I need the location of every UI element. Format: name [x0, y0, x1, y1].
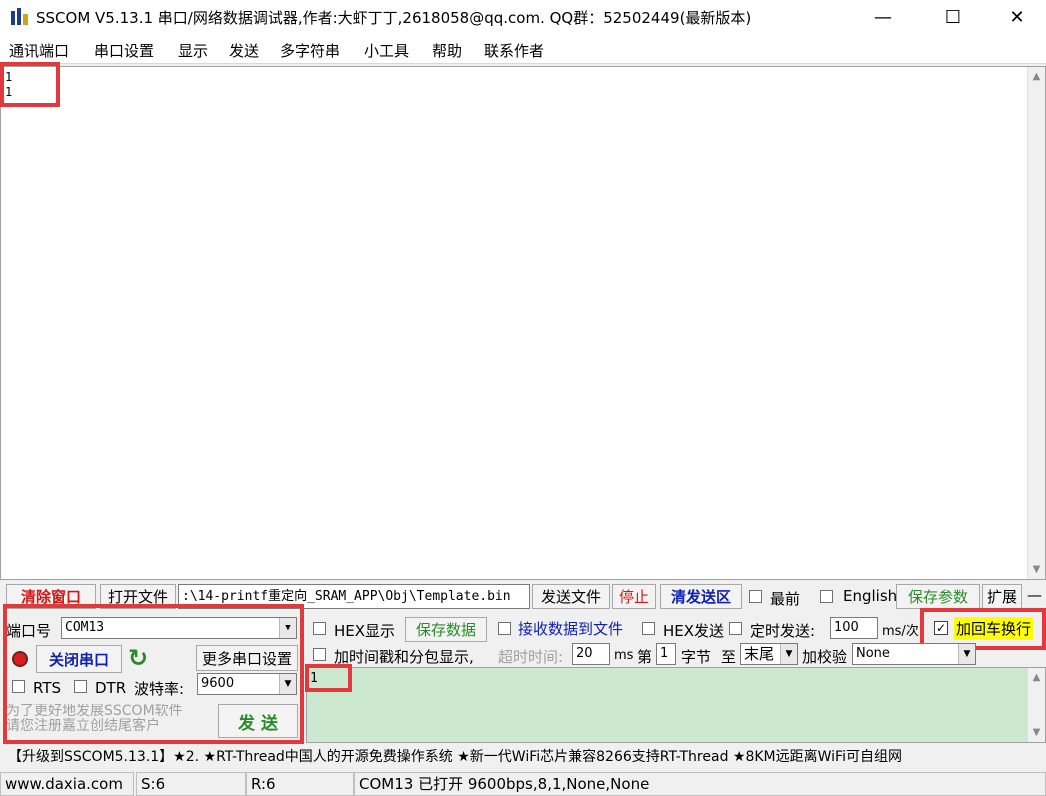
menu-help[interactable]: 帮助 [432, 40, 462, 61]
app-icon [11, 8, 28, 25]
website-link[interactable]: www.daxia.com [0, 772, 134, 796]
scroll-up-icon[interactable]: ▲ [1028, 71, 1045, 82]
highlight-send [305, 664, 352, 692]
news-ticker[interactable]: 【升级到SSCOM5.13.1】★2. ★RT-Thread中国人的开源免费操作… [0, 744, 1046, 770]
timeout-field[interactable]: 20 [572, 643, 610, 665]
receive-area[interactable] [0, 66, 1046, 580]
scroll-down-icon[interactable]: ▼ [1028, 727, 1045, 738]
clear-send-button[interactable]: 清发送区 [660, 584, 742, 609]
byte-index-field[interactable]: 1 [656, 643, 676, 665]
save-data-button[interactable]: 保存数据 [405, 617, 487, 642]
topmost-label: 最前 [770, 590, 801, 608]
sent-count: S:6 [136, 772, 246, 796]
menu-contact-author[interactable]: 联系作者 [484, 40, 544, 61]
timed-send-label: 定时发送: [750, 622, 816, 640]
menu-tools[interactable]: 小工具 [364, 40, 409, 61]
nth-label: 第 [637, 648, 653, 666]
scroll-up-icon[interactable]: ▲ [1028, 672, 1045, 683]
stop-button[interactable]: 停止 [612, 584, 656, 609]
collapse-dash[interactable]: — [1027, 586, 1042, 604]
end-select[interactable]: 末尾 ▼ [740, 643, 798, 665]
chevron-down-icon[interactable]: ▼ [780, 644, 797, 664]
hex-send-checkbox[interactable] [642, 622, 655, 635]
hex-display-label: HEX显示 [334, 622, 396, 640]
checksum-value: None [856, 646, 890, 661]
send-file-button[interactable]: 发送文件 [532, 584, 610, 609]
timestamp-checkbox[interactable] [313, 648, 326, 661]
topmost-checkbox[interactable] [749, 590, 762, 603]
timestamp-label: 加时间戳和分包显示, [334, 648, 474, 666]
expand-button[interactable]: 扩展 [982, 584, 1022, 609]
hex-send-label: HEX发送 [663, 622, 725, 640]
hex-display-checkbox[interactable] [313, 622, 326, 635]
status-bar: www.daxia.com S:6 R:6 COM13 已打开 9600bps,… [0, 772, 1046, 796]
menu-serial-settings[interactable]: 串口设置 [94, 40, 154, 61]
highlight-receive [0, 62, 60, 107]
send-scrollbar[interactable]: ▲ ▼ [1027, 668, 1045, 742]
menu-multi-string[interactable]: 多字符串 [280, 40, 340, 61]
interval-unit-label: ms/次 [882, 624, 919, 639]
menu-display[interactable]: 显示 [178, 40, 208, 61]
checksum-label: 加校验 [802, 648, 848, 666]
interval-field[interactable]: 100 [830, 617, 878, 639]
timeout-label: 超时时间: [498, 648, 564, 666]
end-value: 末尾 [744, 645, 775, 663]
to-label: 至 [721, 648, 737, 666]
recv-to-file-label: 接收数据到文件 [518, 620, 624, 638]
send-text-area[interactable] [306, 667, 1046, 743]
menu-send[interactable]: 发送 [229, 40, 259, 61]
title-bar: SSCOM V5.13.1 串口/网络数据调试器,作者:大虾丁丁,2618058… [0, 0, 1046, 34]
chevron-down-icon[interactable]: ▼ [958, 644, 975, 664]
port-status-text: COM13 已打开 9600bps,8,1,None,None [354, 772, 1046, 796]
close-button[interactable]: ✕ [994, 0, 1040, 34]
english-label: English [843, 587, 898, 605]
english-checkbox[interactable] [820, 590, 833, 603]
highlight-port-panel [3, 604, 304, 744]
receive-scrollbar[interactable]: ▲ ▼ [1027, 67, 1045, 579]
ms-label: ms [614, 648, 634, 663]
received-count: R:6 [246, 772, 354, 796]
recv-to-file-checkbox[interactable] [498, 622, 511, 635]
minimize-button[interactable]: — [860, 0, 906, 34]
menu-comm-port[interactable]: 通讯端口 [9, 40, 69, 61]
checksum-select[interactable]: None ▼ [852, 643, 976, 665]
scroll-down-icon[interactable]: ▼ [1028, 564, 1045, 575]
maximize-button[interactable]: ☐ [930, 0, 976, 34]
byte-label: 字节 [681, 648, 712, 666]
timed-send-checkbox[interactable] [729, 622, 742, 635]
menu-bar: 通讯端口 串口设置 显示 发送 多字符串 小工具 帮助 联系作者 [0, 34, 1046, 64]
save-params-button[interactable]: 保存参数 [896, 584, 980, 609]
window-title: SSCOM V5.13.1 串口/网络数据调试器,作者:大虾丁丁,2618058… [36, 9, 752, 27]
